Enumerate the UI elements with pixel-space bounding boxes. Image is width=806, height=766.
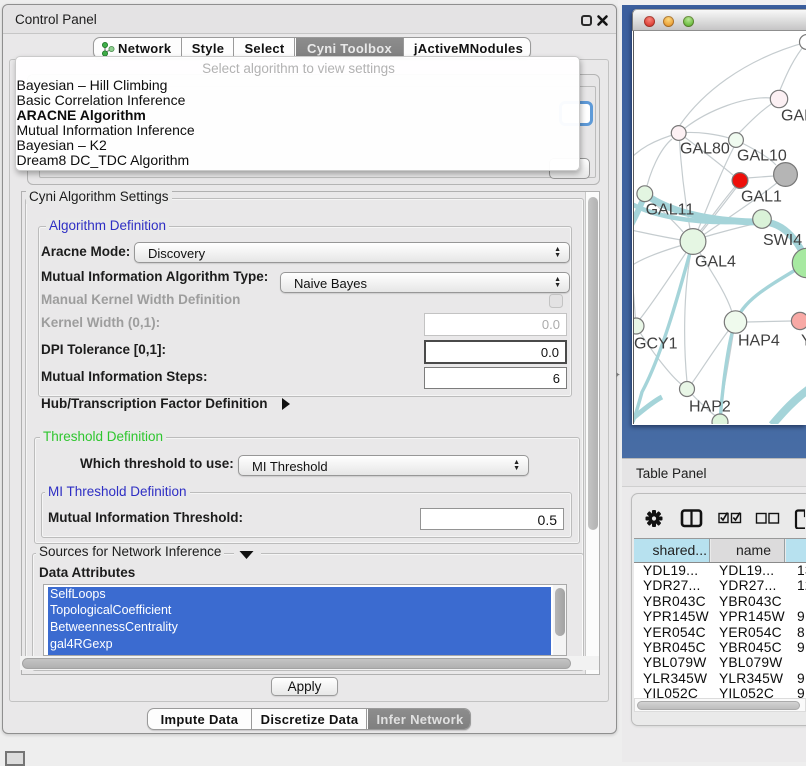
svg-text:SWI4: SWI4 xyxy=(763,232,802,249)
svg-text:GAL10: GAL10 xyxy=(737,148,787,165)
svg-text:GAL80: GAL80 xyxy=(680,141,730,158)
svg-text:GCY1: GCY1 xyxy=(634,336,678,353)
svg-text:GAL2: GAL2 xyxy=(781,108,806,125)
svg-text:GAL11: GAL11 xyxy=(646,202,695,219)
svg-text:HAP2: HAP2 xyxy=(689,399,731,416)
svg-text:HAP4: HAP4 xyxy=(738,333,780,350)
svg-text:GAL4: GAL4 xyxy=(695,254,736,271)
svg-text:GAL1: GAL1 xyxy=(741,189,782,206)
svg-text:Y: Y xyxy=(801,333,806,350)
